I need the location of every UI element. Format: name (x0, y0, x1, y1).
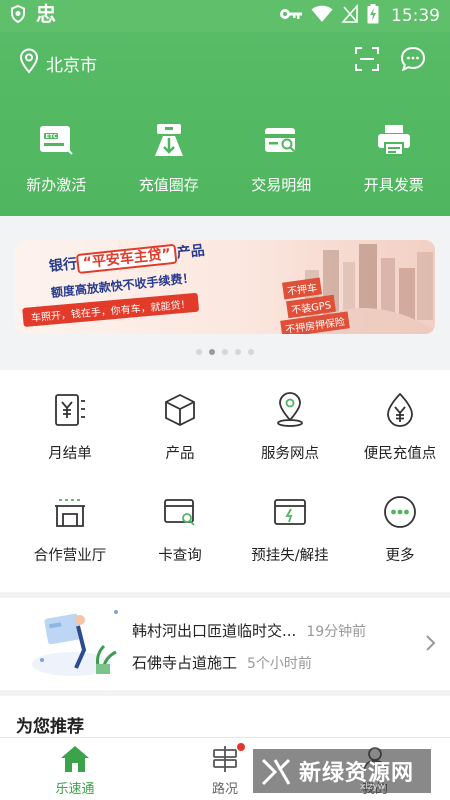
shield-icon (10, 4, 26, 27)
news-item[interactable]: 韩村河出口匝道临时交... 19分钟前 (132, 620, 366, 641)
watermark-text: 新绿资源网 (299, 761, 415, 786)
services-grid: 月结单 产品 服务网点 便民充值点 合作营业厅 卡查询 预挂失/解挂 更多 (0, 370, 450, 592)
location-pin-icon (272, 392, 308, 428)
app-icon: 忠 (36, 2, 60, 29)
news-illustration (32, 610, 118, 676)
pagination-dot[interactable] (248, 349, 254, 355)
service-monthly-statement[interactable]: 月结单 (20, 392, 120, 463)
quick-action-label: 交易明细 (251, 176, 312, 194)
more-icon (382, 494, 418, 530)
svg-text:忠: 忠 (36, 3, 56, 25)
service-recharge-points[interactable]: 便民充值点 (350, 392, 450, 463)
service-label: 更多 (385, 548, 415, 564)
chat-bubble-icon (400, 46, 426, 76)
watermark: 新绿资源网 (253, 749, 431, 793)
quick-action-invoice[interactable]: 开具发票 (338, 120, 450, 195)
banner-pagination (0, 349, 450, 355)
recommend-section: 为您推荐 (0, 696, 450, 740)
news-title: 韩村河出口匝道临时交... (132, 622, 297, 640)
service-label: 月结单 (48, 446, 92, 462)
wifi-icon (311, 5, 333, 28)
pagination-dot[interactable] (222, 349, 228, 355)
chevron-right-icon[interactable] (424, 634, 438, 652)
service-partner-halls[interactable]: 合作营业厅 (20, 494, 120, 565)
battery-charging-icon (367, 3, 379, 29)
service-label: 服务网点 (261, 446, 319, 462)
key-icon (279, 6, 303, 26)
pagination-dot[interactable] (196, 349, 202, 355)
service-label: 卡查询 (158, 548, 202, 564)
quick-actions: ETC 新办激活 充值圈存 交易明细 开具发票 (0, 120, 450, 195)
nav-label: 路况 (211, 782, 238, 797)
no-sim-icon (341, 3, 359, 29)
pagination-dot-active[interactable] (209, 349, 215, 355)
traffic-news-card[interactable]: 韩村河出口匝道临时交... 19分钟前 石佛寺占道施工 5个小时前 (0, 598, 450, 690)
quick-action-label: 新办激活 (26, 176, 87, 194)
status-bar: 忠 15:39 (0, 0, 450, 32)
watermark-subtext: xlzyw (360, 782, 386, 792)
etc-card-icon: ETC (36, 120, 76, 160)
location-pin-icon (18, 48, 40, 79)
banner-slogan: 车照开，钱在手，你有车，就能贷！ (22, 292, 200, 327)
card-lock-icon (272, 494, 308, 530)
store-icon (52, 494, 88, 530)
service-outlets[interactable]: 服务网点 (240, 392, 340, 463)
message-button[interactable] (398, 46, 428, 76)
service-label: 预挂失/解挂 (251, 548, 329, 564)
service-report-loss[interactable]: 预挂失/解挂 (240, 494, 340, 565)
statement-icon (52, 392, 88, 428)
nav-label: 乐速通 (55, 782, 95, 797)
scan-icon (354, 46, 380, 76)
pagination-dot[interactable] (235, 349, 241, 355)
header: 北京市 ETC 新办激活 充值圈存 交易明细 开具发票 (0, 32, 450, 216)
news-title: 石佛寺占道施工 (132, 654, 238, 672)
service-card-query[interactable]: 卡查询 (130, 494, 230, 565)
quick-action-activate[interactable]: ETC 新办激活 (0, 120, 113, 195)
watermark-logo-icon (261, 758, 291, 786)
box-icon (162, 392, 198, 428)
quick-action-label: 开具发票 (363, 176, 424, 194)
service-label: 合作营业厅 (33, 548, 107, 564)
quick-action-recharge[interactable]: 充值圈存 (113, 120, 226, 195)
road-sign-icon (210, 742, 246, 774)
news-time: 5个小时前 (247, 656, 312, 672)
service-label: 产品 (165, 446, 195, 462)
card-search-icon (162, 494, 198, 530)
status-time: 15:39 (391, 6, 440, 26)
location-label: 北京市 (46, 56, 97, 76)
news-item[interactable]: 石佛寺占道施工 5个小时前 (132, 652, 312, 673)
nav-home[interactable]: 乐速通 (0, 738, 150, 800)
quick-action-label: 充值圈存 (138, 176, 199, 194)
notification-badge (236, 742, 246, 752)
banner-highlight: “平安车主贷” (75, 243, 178, 275)
location-selector[interactable]: 北京市 (18, 48, 97, 79)
service-products[interactable]: 产品 (130, 392, 230, 463)
section-title: 为您推荐 (16, 717, 84, 737)
service-more[interactable]: 更多 (350, 494, 450, 565)
scan-button[interactable] (352, 46, 382, 76)
service-label: 便民充值点 (363, 446, 437, 462)
transaction-detail-icon (261, 120, 301, 160)
svg-text:ETC: ETC (46, 134, 58, 140)
news-time: 19分钟前 (306, 624, 367, 640)
money-drop-icon (382, 392, 418, 428)
recharge-icon (149, 120, 189, 160)
quick-action-transactions[interactable]: 交易明细 (225, 120, 338, 195)
promo-banner[interactable]: 银行 “平安车主贷” 产品 额度高放款快不收手续费！ 车照开，钱在手，你有车，就能贷… (15, 240, 435, 334)
printer-icon (374, 120, 414, 160)
home-icon (60, 744, 90, 774)
